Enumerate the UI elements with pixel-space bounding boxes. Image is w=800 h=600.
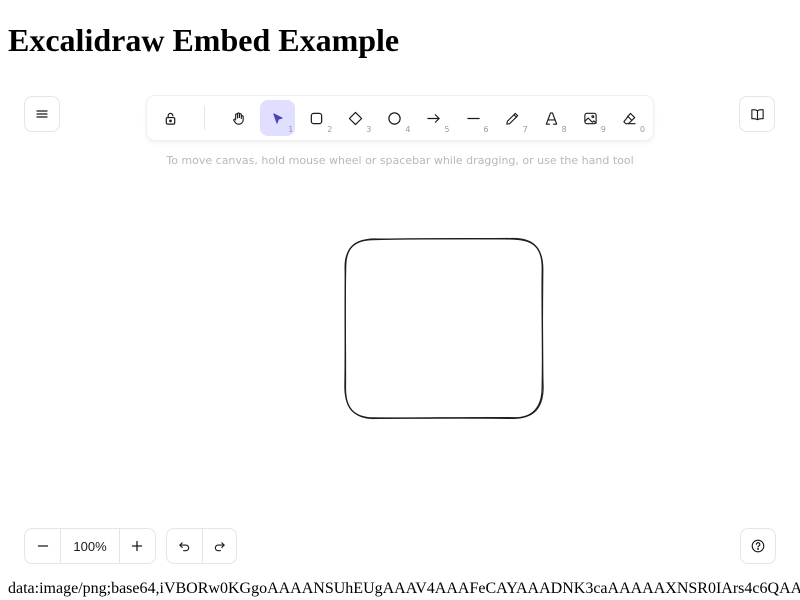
- lock-icon: [165, 112, 176, 125]
- line-icon: [466, 117, 480, 119]
- shortcut-key: 3: [366, 125, 372, 134]
- arrow-icon: [427, 113, 441, 123]
- shortcut-key: 6: [483, 125, 489, 134]
- shortcut-key: 5: [444, 125, 450, 134]
- shortcut-key: 8: [561, 125, 567, 134]
- hand-icon: [233, 111, 244, 125]
- tool-arrow[interactable]: 5: [416, 100, 451, 136]
- zoom-out-button[interactable]: [25, 529, 60, 563]
- undo-icon: [179, 541, 189, 551]
- shortcut-key: 0: [639, 125, 645, 134]
- tool-ellipse[interactable]: 4: [377, 100, 412, 136]
- image-icon: [584, 112, 597, 124]
- book-icon: [750, 108, 764, 120]
- tool-text[interactable]: 8: [534, 100, 569, 136]
- ellipse-icon: [388, 111, 402, 125]
- shortcut-key: 1: [288, 125, 294, 134]
- library-button[interactable]: [739, 96, 775, 132]
- canvas-hint: To move canvas, hold mouse wheel or spac…: [166, 154, 634, 167]
- tool-rectangle[interactable]: 2: [299, 100, 334, 136]
- shortcut-key: 4: [405, 125, 411, 134]
- tool-pencil[interactable]: 7: [495, 100, 530, 136]
- page-title: Excalidraw Embed Example: [8, 22, 400, 58]
- drawn-rectangle[interactable]: [343, 237, 545, 421]
- plus-icon: [132, 540, 143, 552]
- undo-button[interactable]: [167, 529, 202, 563]
- tool-lock[interactable]: [153, 100, 188, 136]
- tool-line[interactable]: 6: [456, 100, 491, 136]
- diamond-icon: [349, 111, 363, 125]
- hamburger-icon: [36, 110, 48, 118]
- redo-button[interactable]: [201, 529, 237, 563]
- tool-selection[interactable]: 1: [260, 100, 296, 136]
- minus-icon: [37, 545, 48, 547]
- selection-icon: [273, 112, 283, 124]
- shortcut-key: 2: [327, 125, 333, 134]
- history-controls: [166, 528, 237, 564]
- text-icon: [545, 111, 557, 125]
- tool-image[interactable]: 9: [573, 100, 608, 136]
- toolbar-divider: [204, 106, 206, 130]
- pencil-icon: [505, 112, 518, 125]
- tool-diamond[interactable]: 3: [338, 100, 373, 136]
- eraser-icon: [623, 112, 636, 124]
- help-button[interactable]: [740, 528, 776, 564]
- shortcut-key: 7: [522, 125, 528, 134]
- shortcut-key: 9: [600, 125, 606, 134]
- main-menu-button[interactable]: [24, 96, 60, 132]
- tool-hand[interactable]: [221, 100, 256, 136]
- shapes-toolbar: 1 2 3 4 5 6 7 8 9 0: [147, 96, 653, 140]
- rectangle-icon: [310, 112, 323, 124]
- redo-icon: [214, 541, 225, 551]
- exported-image-data-url: data:image/png;base64,iVBORw0KGgoAAAANSU…: [8, 580, 800, 597]
- question-icon: [751, 539, 765, 553]
- zoom-in-button[interactable]: [120, 529, 155, 563]
- zoom-controls: 100%: [24, 528, 156, 564]
- tool-eraser[interactable]: 0: [612, 100, 647, 136]
- zoom-level[interactable]: 100%: [60, 529, 120, 563]
